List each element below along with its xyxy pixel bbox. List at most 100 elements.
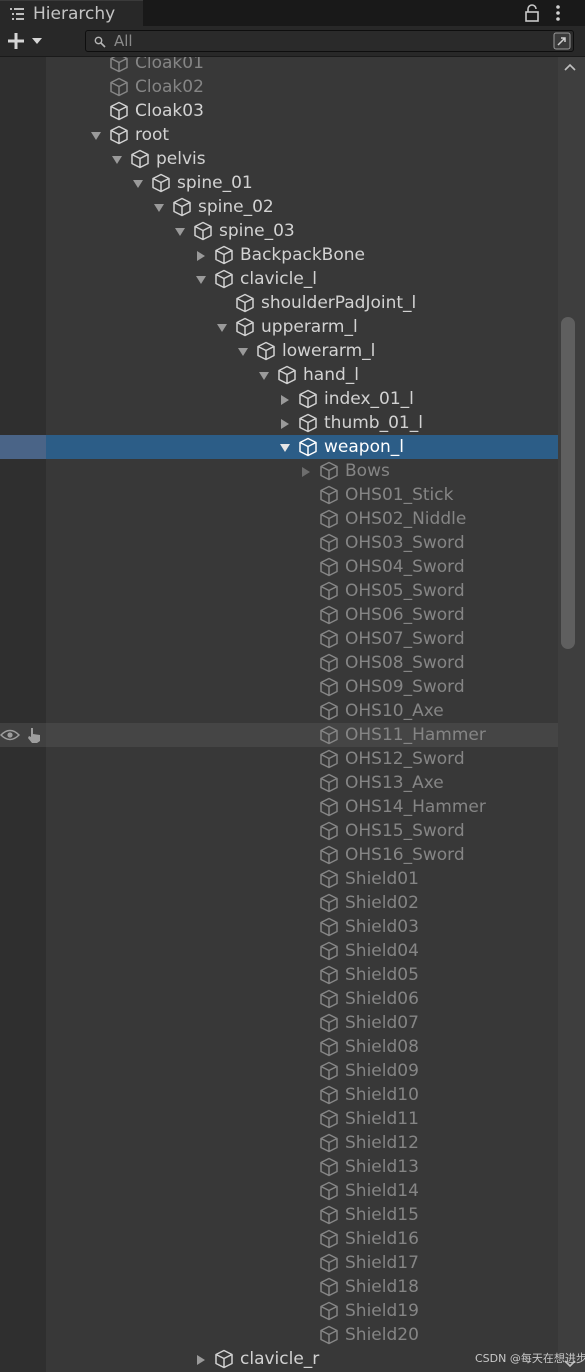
tree-row[interactable]: Shield14 [0, 1179, 558, 1203]
tree-item-label: Shield19 [345, 1301, 419, 1321]
tree-row[interactable]: spine_01 [0, 171, 558, 195]
tree-row[interactable]: Shield17 [0, 1251, 558, 1275]
tree-row[interactable]: hand_l [0, 363, 558, 387]
tree-row[interactable]: OHS07_Sword [0, 627, 558, 651]
expand-arrow-right-icon[interactable] [300, 466, 312, 478]
gameobject-cube-icon [320, 701, 338, 721]
tree-row[interactable]: OHS13_Axe [0, 771, 558, 795]
tree-item-label: Shield15 [345, 1205, 419, 1225]
tree-row[interactable]: upperarm_l [0, 315, 558, 339]
tree-item-label: pelvis [156, 149, 206, 169]
tree-row[interactable]: Cloak03 [0, 99, 558, 123]
gameobject-cube-icon [320, 1325, 338, 1345]
tree-row[interactable]: Shield12 [0, 1131, 558, 1155]
tree-row[interactable]: OHS05_Sword [0, 579, 558, 603]
tree-row[interactable]: OHS14_Hammer [0, 795, 558, 819]
tree-row[interactable]: OHS01_Stick [0, 483, 558, 507]
tree-row[interactable]: Shield04 [0, 939, 558, 963]
expand-arrow-down-icon[interactable] [174, 226, 186, 238]
tree-row[interactable]: Shield05 [0, 963, 558, 987]
tree-row[interactable]: Bows [0, 459, 558, 483]
expand-arrow-down-icon[interactable] [90, 130, 102, 142]
tree-row[interactable]: OHS08_Sword [0, 651, 558, 675]
tree-row[interactable]: lowerarm_l [0, 339, 558, 363]
tree-row[interactable]: weapon_l [0, 435, 558, 459]
tree-row[interactable]: Shield11 [0, 1107, 558, 1131]
tree-row[interactable]: Shield15 [0, 1203, 558, 1227]
tree-row[interactable]: Shield09 [0, 1059, 558, 1083]
expand-arrow-right-icon[interactable] [279, 418, 291, 430]
vertical-scrollbar[interactable] [558, 57, 585, 1372]
tree-item-label: Cloak01 [135, 57, 204, 73]
tree-row[interactable]: BackpackBone [0, 243, 558, 267]
gameobject-cube-icon [320, 1229, 338, 1249]
tree-row[interactable]: shoulderPadJoint_l [0, 291, 558, 315]
tree-row[interactable]: OHS04_Sword [0, 555, 558, 579]
gameobject-cube-icon [320, 581, 338, 601]
tree-row[interactable]: Cloak02 [0, 75, 558, 99]
tab-hierarchy[interactable]: Hierarchy [0, 0, 143, 26]
hierarchy-tree[interactable]: Cloak01 Cloak02 Cloak03 root pelvis spine_01 s… [0, 57, 558, 1372]
expand-arrow-right-icon[interactable] [195, 250, 207, 262]
scroll-thumb[interactable] [561, 317, 575, 649]
tree-row[interactable]: Cloak01 [0, 57, 558, 75]
expand-arrow-down-icon[interactable] [111, 154, 123, 166]
tree-item-label: Shield10 [345, 1085, 419, 1105]
tree-row[interactable]: OHS10_Axe [0, 699, 558, 723]
tree-row[interactable]: OHS09_Sword [0, 675, 558, 699]
expand-arrow-down-icon[interactable] [153, 202, 165, 214]
expand-arrow-right-icon[interactable] [195, 1354, 207, 1366]
tree-row[interactable]: Shield18 [0, 1275, 558, 1299]
gameobject-cube-icon [320, 941, 338, 961]
lock-icon[interactable] [524, 4, 540, 22]
gameobject-cube-icon [320, 605, 338, 625]
expand-arrow-down-icon[interactable] [132, 178, 144, 190]
tree-row[interactable]: Shield16 [0, 1227, 558, 1251]
tree-row[interactable]: clavicle_l [0, 267, 558, 291]
expand-arrow-down-icon[interactable] [216, 322, 228, 334]
tree-row[interactable]: OHS03_Sword [0, 531, 558, 555]
kebab-menu-icon[interactable] [552, 3, 564, 23]
tree-row[interactable]: OHS15_Sword [0, 819, 558, 843]
tree-row[interactable]: Shield02 [0, 891, 558, 915]
tree-row[interactable]: root [0, 123, 558, 147]
tree-row[interactable]: Shield19 [0, 1299, 558, 1323]
tree-row[interactable]: Shield13 [0, 1155, 558, 1179]
expand-arrow-down-icon[interactable] [237, 346, 249, 358]
tree-row[interactable]: OHS12_Sword [0, 747, 558, 771]
tree-row[interactable]: Shield10 [0, 1083, 558, 1107]
tree-row[interactable]: Shield01 [0, 867, 558, 891]
tree-item-label: Shield13 [345, 1157, 419, 1177]
tab-title: Hierarchy [33, 4, 116, 24]
tree-row[interactable]: Shield06 [0, 987, 558, 1011]
tree-row[interactable]: OHS11_Hammer [0, 723, 558, 747]
tree-row[interactable]: OHS06_Sword [0, 603, 558, 627]
search-input[interactable]: All [85, 30, 574, 52]
expand-arrow-down-icon[interactable] [279, 442, 291, 454]
expand-arrow-down-icon[interactable] [258, 370, 270, 382]
tree-row[interactable]: index_01_l [0, 387, 558, 411]
tree-row[interactable]: Shield07 [0, 1011, 558, 1035]
tree-row[interactable]: spine_03 [0, 219, 558, 243]
tree-row[interactable]: thumb_01_l [0, 411, 558, 435]
gameobject-cube-icon [215, 245, 233, 265]
scroll-up-arrow-icon[interactable] [564, 63, 576, 71]
watermark: CSDN @每天在想进步 [475, 1352, 585, 1365]
tree-row[interactable]: Shield03 [0, 915, 558, 939]
hand-pointer-icon[interactable] [25, 726, 43, 744]
tree-row[interactable]: spine_02 [0, 195, 558, 219]
tree-row[interactable]: OHS16_Sword [0, 843, 558, 867]
gameobject-cube-icon [320, 965, 338, 985]
tree-row[interactable]: Shield20 [0, 1323, 558, 1347]
tree-row[interactable]: pelvis [0, 147, 558, 171]
tree-row[interactable]: Shield08 [0, 1035, 558, 1059]
tree-row[interactable]: OHS02_Niddle [0, 507, 558, 531]
toolbar: All [0, 26, 585, 57]
expand-arrow-down-icon[interactable] [195, 274, 207, 286]
scene-search-icon[interactable] [553, 32, 571, 50]
add-dropdown-button[interactable] [5, 30, 47, 52]
expand-arrow-right-icon[interactable] [279, 394, 291, 406]
eye-icon[interactable] [0, 728, 20, 742]
gameobject-cube-icon [320, 797, 338, 817]
tree-item-label: OHS01_Stick [345, 485, 454, 505]
